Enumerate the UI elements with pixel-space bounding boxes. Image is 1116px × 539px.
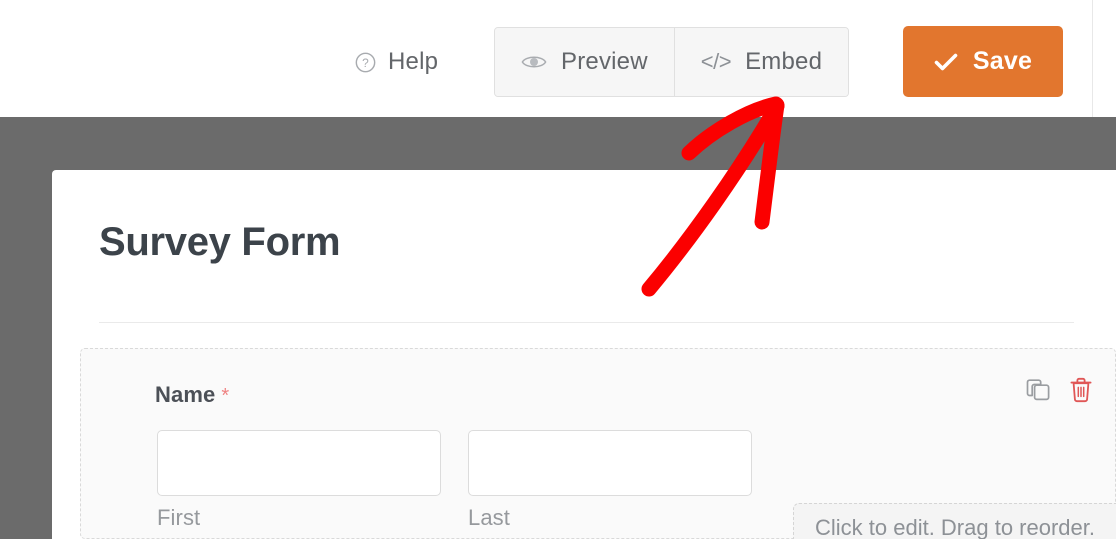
help-button-label: Help bbox=[388, 48, 439, 75]
form-preview-card: Survey Form Name * First Last bbox=[52, 170, 1116, 539]
svg-text:?: ? bbox=[362, 55, 369, 69]
embed-button-label: Embed bbox=[745, 48, 823, 75]
page-title: Survey Form bbox=[99, 220, 341, 264]
form-field-label: Name * bbox=[155, 382, 229, 408]
first-name-input[interactable] bbox=[157, 430, 441, 496]
form-builder-screen: ? Help Preview </> Embed Save Survey For… bbox=[0, 0, 1116, 539]
name-first-subfield: First bbox=[157, 430, 441, 531]
question-circle-icon: ? bbox=[355, 52, 376, 73]
required-asterisk: * bbox=[221, 385, 230, 407]
save-button[interactable]: Save bbox=[903, 26, 1063, 97]
form-field-actions bbox=[1026, 377, 1093, 408]
last-name-sublabel: Last bbox=[468, 505, 510, 530]
drag-reorder-hint: Click to edit. Drag to reorder. bbox=[793, 503, 1116, 539]
help-button[interactable]: ? Help bbox=[355, 42, 438, 82]
preview-embed-button-group: Preview </> Embed bbox=[494, 27, 850, 97]
embed-button[interactable]: </> Embed bbox=[673, 28, 849, 96]
preview-button[interactable]: Preview bbox=[495, 28, 674, 96]
preview-button-label: Preview bbox=[561, 48, 648, 75]
drag-reorder-hint-text: Click to edit. Drag to reorder. bbox=[814, 515, 1095, 539]
toolbar-right-divider bbox=[1092, 0, 1093, 117]
trash-icon[interactable] bbox=[1069, 377, 1093, 408]
duplicate-icon[interactable] bbox=[1026, 377, 1052, 408]
title-divider bbox=[99, 322, 1074, 323]
name-last-subfield: Last bbox=[468, 430, 752, 531]
name-subfields-row: First Last bbox=[157, 430, 752, 531]
last-name-input[interactable] bbox=[468, 430, 752, 496]
form-builder-toolbar: ? Help Preview </> Embed Save bbox=[0, 0, 1116, 117]
eye-icon bbox=[521, 53, 547, 71]
check-icon bbox=[934, 52, 958, 72]
form-field-label-text: Name bbox=[155, 382, 216, 407]
save-button-label: Save bbox=[972, 47, 1033, 75]
first-name-sublabel: First bbox=[157, 505, 201, 530]
code-brackets-icon: </> bbox=[700, 49, 732, 74]
